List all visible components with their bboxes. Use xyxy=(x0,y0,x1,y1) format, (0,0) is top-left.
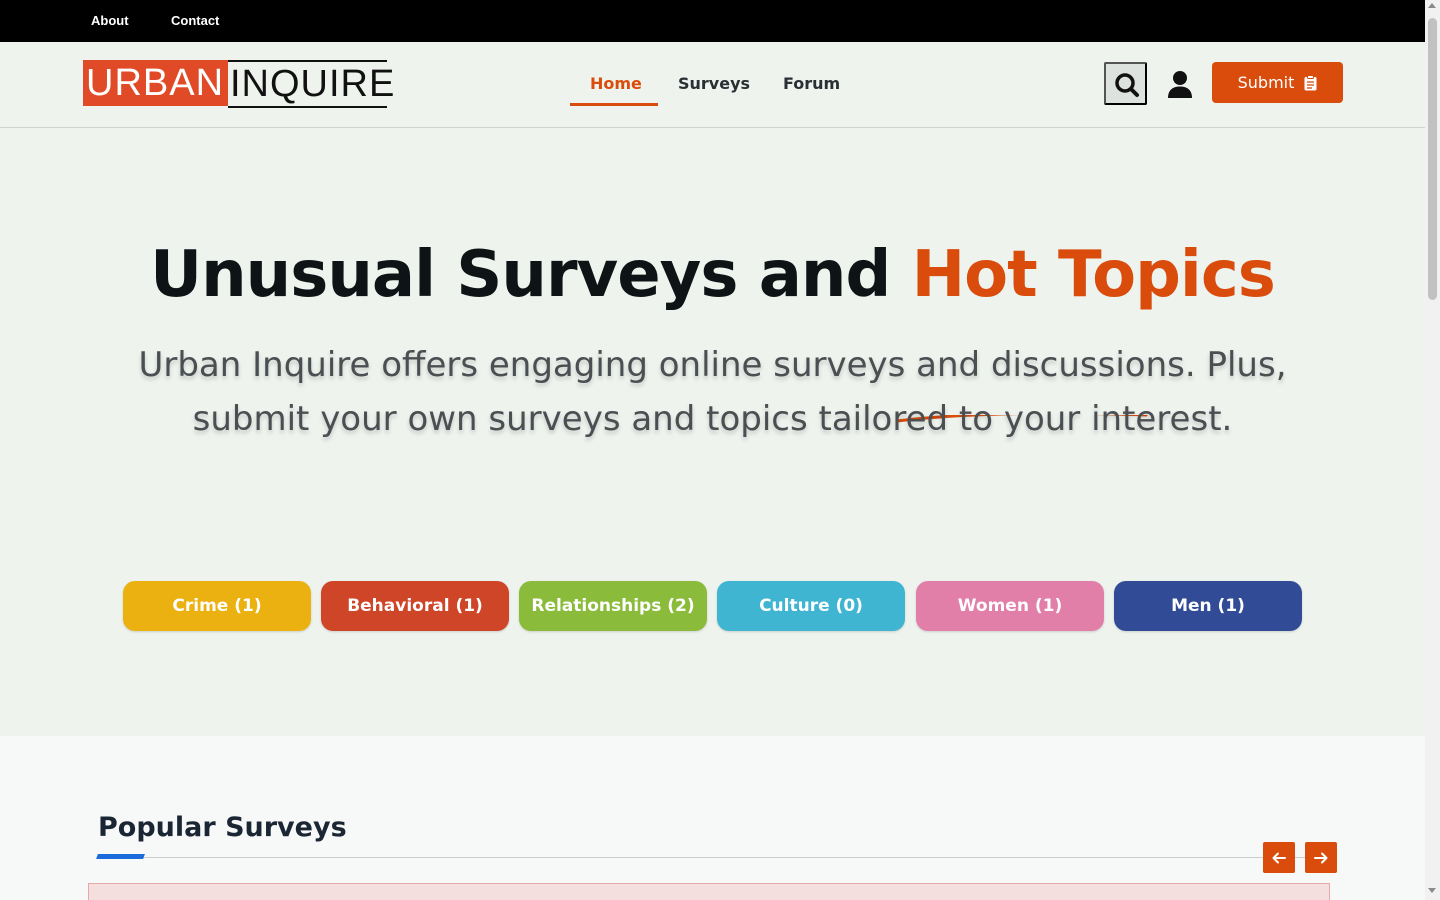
search-icon xyxy=(1115,73,1139,97)
hero-title: Unusual Surveys and Hot Topics xyxy=(0,238,1425,312)
scroll-up-arrow[interactable] xyxy=(1428,3,1436,8)
arrow-right-icon xyxy=(1314,852,1328,863)
hero-section: Unusual Surveys and Hot Topics Urban Inq… xyxy=(0,128,1425,736)
category-culture[interactable]: Culture (0) xyxy=(717,581,905,631)
hero-subtitle: Urban Inquire offers engaging online sur… xyxy=(138,345,1287,439)
category-crime[interactable]: Crime (1) xyxy=(123,581,311,631)
nav-forum[interactable]: Forum xyxy=(783,74,840,93)
submit-button[interactable]: Submit xyxy=(1212,62,1343,103)
user-account-button[interactable] xyxy=(1166,70,1194,100)
user-icon xyxy=(1168,71,1192,98)
section-divider xyxy=(97,857,1337,858)
top-bar: About Contact xyxy=(0,0,1425,42)
section-title-accent xyxy=(96,854,145,859)
contact-link[interactable]: Contact xyxy=(171,13,219,28)
category-women[interactable]: Women (1) xyxy=(916,581,1104,631)
site-header: URBAN INQUIRE Home Surveys Forum Submit xyxy=(0,42,1425,128)
page-scrollbar[interactable] xyxy=(1425,0,1440,900)
carousel-next-button[interactable] xyxy=(1305,842,1337,873)
nav-home[interactable]: Home xyxy=(590,74,642,93)
brand-logo[interactable]: URBAN INQUIRE xyxy=(83,60,394,108)
category-men[interactable]: Men (1) xyxy=(1114,581,1302,631)
logo-part-inquire: INQUIRE xyxy=(228,60,394,108)
nav-surveys[interactable]: Surveys xyxy=(678,74,750,93)
category-relationships[interactable]: Relationships (2) xyxy=(519,581,707,631)
scroll-down-arrow[interactable] xyxy=(1428,888,1436,893)
logo-part-urban: URBAN xyxy=(83,60,228,106)
carousel-prev-button[interactable] xyxy=(1263,842,1295,873)
hero-title-highlight: Hot Topics xyxy=(911,238,1276,312)
about-link[interactable]: About xyxy=(91,13,129,28)
popular-surveys-title: Popular Surveys xyxy=(98,812,347,843)
nav-active-indicator xyxy=(570,103,658,106)
category-behavioral[interactable]: Behavioral (1) xyxy=(321,581,509,631)
survey-card[interactable] xyxy=(88,883,1330,900)
clipboard-icon xyxy=(1304,74,1317,90)
arrow-left-icon xyxy=(1272,852,1286,863)
submit-label: Submit xyxy=(1237,73,1295,92)
scrollbar-thumb[interactable] xyxy=(1428,18,1437,300)
hero-title-main: Unusual Surveys and xyxy=(150,238,891,312)
search-button[interactable] xyxy=(1104,62,1147,105)
